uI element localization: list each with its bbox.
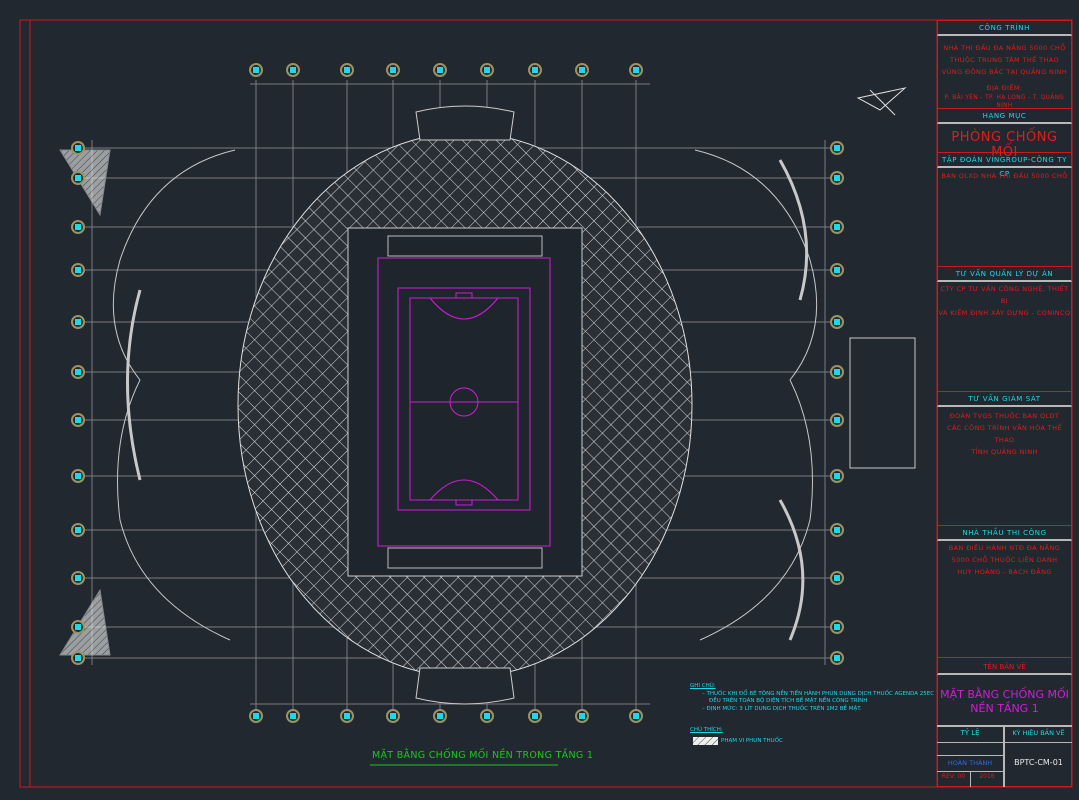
- supervision-line: TỈNH QUẢNG NINH: [971, 448, 1038, 456]
- cad-drawing-canvas: [19, 19, 1073, 788]
- category-header: HẠNG MỤC: [937, 108, 1072, 124]
- status: HOÀN THÀNH: [947, 759, 993, 767]
- north-arrow-icon: [856, 87, 907, 116]
- note-2: ĐỀU TRÊN TOÀN BỘ DIỆN TÍCH BỀ MẶT NỀN CÔ…: [709, 698, 868, 704]
- pm-line: VÀ KIỂM ĐỊNH XÂY DỰNG - CONINCO: [938, 309, 1071, 317]
- project-header: CÔNG TRÌNH: [937, 20, 1072, 36]
- supervision-line: ĐOÀN TVGS THUỘC BAN QLDT: [949, 412, 1060, 420]
- contractor-line: 5000 CHỖ THUỘC LIÊN DANH: [951, 556, 1058, 564]
- project-name: NHÀ THI ĐẤU ĐA NĂNG 5000 CHỖ THUỘC TRUNG…: [937, 42, 1072, 110]
- sheet-name-line: MẶT BẰNG CHỐNG MỐI: [940, 688, 1069, 701]
- contractor-line: BAN ĐIỀU HÀNH NTĐ ĐA NĂNG: [948, 544, 1061, 552]
- sheet-code-label: KÝ HIỆU BẢN VẼ: [1012, 729, 1065, 737]
- contractor-value: BAN ĐIỀU HÀNH NTĐ ĐA NĂNG 5000 CHỖ THUỘC…: [937, 542, 1072, 578]
- project-line: VÙNG ĐÔNG BẮC TẠI QUẢNG NINH: [941, 68, 1068, 76]
- legend-label: PHẠM VI PHUN THUỐC: [721, 738, 783, 744]
- sheet-code: BPTC-CM-01: [1014, 758, 1063, 767]
- owner-value: BAN QLXD NHÀ THI ĐẤU 5000 CHỖ: [937, 170, 1072, 182]
- location-label: ĐỊA ĐIỂM:: [986, 84, 1023, 92]
- year: 2016: [979, 773, 995, 780]
- supervision-value: ĐOÀN TVGS THUỘC BAN QLDT CÁC CÔNG TRÌNH …: [937, 410, 1072, 458]
- contractor-line: HUY HOÀNG - BẠCH ĐẰNG: [957, 568, 1052, 576]
- project-line: THUỘC TRUNG TÂM THỂ THAO: [949, 56, 1060, 64]
- owner-header: TẬP ĐOÀN VINGROUP-CÔNG TY CP: [937, 152, 1072, 178]
- pm-line: CTY CP TƯ VẤN CÔNG NGHỆ, THIẾT BỊ: [940, 285, 1069, 305]
- sheet-name: MẶT BẰNG CHỐNG MỐI NỀN TẦNG 1: [937, 688, 1072, 716]
- supervision-header: TƯ VẤN GIÁM SÁT: [937, 391, 1072, 407]
- project-line: NHÀ THI ĐẤU ĐA NĂNG 5000 CHỖ: [943, 44, 1066, 52]
- scale-label: TỶ LỆ: [960, 729, 980, 737]
- sheet-name-header: TÊN BẢN VẼ: [937, 657, 1072, 675]
- contractor-header: NHÀ THẦU THI CÔNG: [937, 525, 1072, 541]
- note-3: – ĐỊNH MỨC: 3 LÍT DUNG DỊCH THUỐC TRÊN 1…: [702, 706, 862, 712]
- pm-header: TƯ VẤN QUẢN LÝ DỰ ÁN: [937, 266, 1072, 282]
- revision: REV: 00: [941, 773, 966, 780]
- drawing-title: MẶT BẰNG CHỐNG MỐI NỀN TRONG TẦNG 1: [372, 750, 594, 761]
- notes-heading: GHI CHÚ:: [690, 683, 716, 689]
- legend-heading: CHÚ THÍCH:: [690, 727, 723, 733]
- supervision-line: CÁC CÔNG TRÌNH VĂN HÓA THỂ THAO: [947, 424, 1062, 444]
- sheet-name-line: NỀN TẦNG 1: [970, 702, 1039, 715]
- legend-swatch: [693, 737, 718, 745]
- pm-value: CTY CP TƯ VẤN CÔNG NGHỆ, THIẾT BỊ VÀ KIỂ…: [937, 283, 1072, 319]
